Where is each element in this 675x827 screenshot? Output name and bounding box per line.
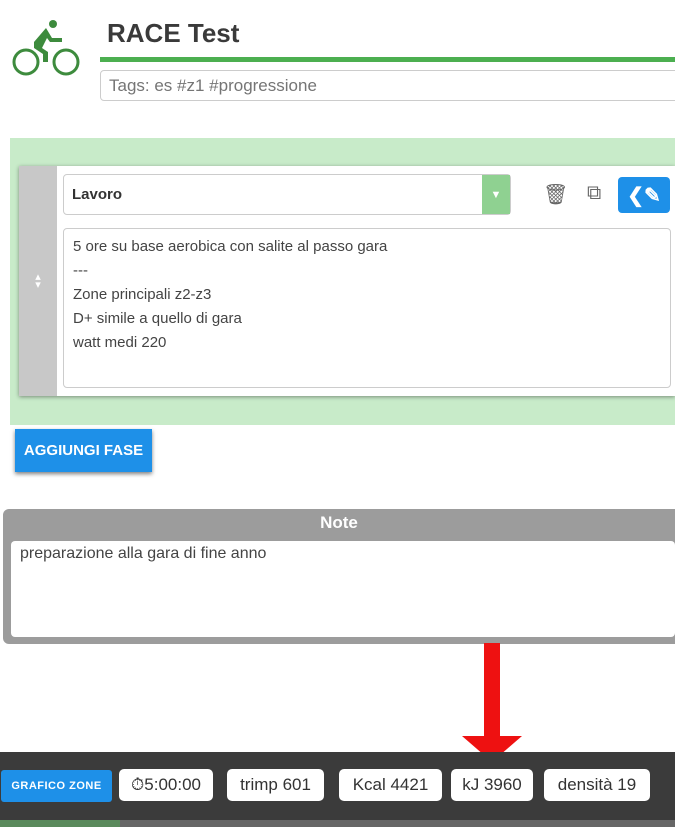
- phase-card: ▴ ▾ Lavoro ▼ 🗑 ⧉ ❮✎ 5 ore su base aerobic…: [19, 166, 675, 396]
- trimp-chip: trimp 601: [227, 769, 324, 801]
- duration-chip: ⏱ 5:00:00: [119, 769, 213, 801]
- notes-textarea[interactable]: preparazione alla gara di fine anno: [11, 541, 675, 637]
- duration-value: 5:00:00: [144, 775, 201, 794]
- copy-icon[interactable]: ⧉: [587, 182, 601, 205]
- trash-icon[interactable]: 🗑: [543, 182, 568, 207]
- cyclist-logo-icon: [12, 20, 80, 76]
- phase-type-select[interactable]: Lavoro ▼: [63, 174, 511, 215]
- red-arrow-annotation: [484, 643, 500, 738]
- kj-chip: kJ 3960: [451, 769, 533, 801]
- chevron-down-icon[interactable]: ▼: [482, 175, 510, 214]
- phase-type-value: Lavoro: [72, 186, 123, 203]
- edit-icon[interactable]: ❮✎: [618, 177, 670, 213]
- tags-input[interactable]: [100, 70, 675, 101]
- kcal-chip: Kcal 4421: [339, 769, 442, 801]
- density-chip: densità 19: [544, 769, 650, 801]
- notes-panel: Note preparazione alla gara di fine anno: [3, 509, 675, 644]
- page-title: RACE Test: [107, 18, 240, 48]
- title-underline: [100, 57, 675, 62]
- stopwatch-icon: ⏱: [131, 775, 145, 794]
- drag-handle-icon[interactable]: ▴ ▾: [19, 166, 57, 396]
- add-phase-button[interactable]: AGGIUNGI FASE: [15, 429, 152, 472]
- notes-heading: Note: [320, 513, 358, 532]
- zones-chart-button[interactable]: GRAFICO ZONE: [1, 770, 112, 802]
- phase-description[interactable]: 5 ore su base aerobica con salite al pas…: [63, 228, 671, 388]
- bottom-tabs-strip: [0, 820, 675, 827]
